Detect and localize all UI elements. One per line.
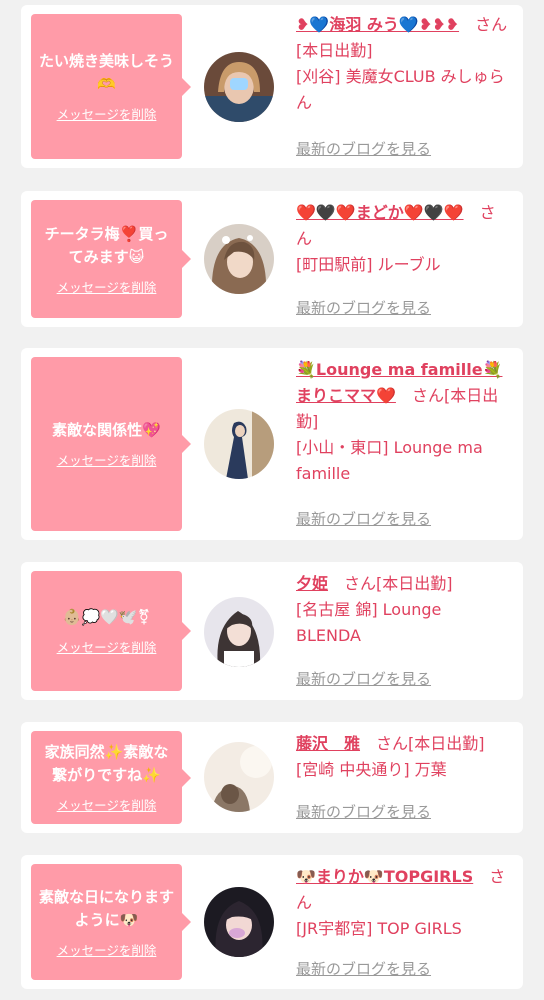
shop-name: [町田駅前] ルーブル bbox=[296, 255, 441, 274]
avatar-photo bbox=[204, 224, 274, 294]
delete-message-link[interactable]: メッセージを削除 bbox=[57, 277, 157, 296]
avatar-photo bbox=[204, 887, 274, 957]
shop-name: [小山・東口] Lounge ma famille bbox=[296, 438, 483, 483]
work-status: [本日出勤] bbox=[376, 574, 453, 593]
honorific: さん bbox=[411, 386, 444, 405]
avatar-photo bbox=[204, 409, 274, 479]
delete-message-link[interactable]: メッセージを削除 bbox=[57, 637, 157, 656]
cast-info: 💐Lounge ma famille💐まりこママ❤️ さん[本日出勤] [小山・… bbox=[296, 357, 511, 487]
list-item: チータラ梅❣️買ってみます😺 メッセージを削除 ❤️🖤❤️まどか❤️🖤❤️ さん… bbox=[21, 191, 523, 327]
honorific: さん bbox=[376, 734, 409, 753]
list-item: 素敵な日になりますように🐶 メッセージを削除 🐶まりか🐶TOPGIRLS さん … bbox=[21, 855, 523, 989]
list-item: 素敵な関係性💖 メッセージを削除 💐Lounge ma famille💐まりこマ… bbox=[21, 348, 523, 540]
avatar-photo bbox=[204, 742, 274, 812]
work-status: [本日出勤] bbox=[408, 734, 485, 753]
honorific: さん bbox=[344, 574, 377, 593]
cast-info: ❤️🖤❤️まどか❤️🖤❤️ さん [町田駅前] ルーブル bbox=[296, 200, 511, 278]
delete-message-link[interactable]: メッセージを削除 bbox=[57, 104, 157, 123]
avatar[interactable] bbox=[204, 742, 274, 812]
avatar[interactable] bbox=[204, 597, 274, 667]
avatar-photo bbox=[204, 597, 274, 667]
avatar[interactable] bbox=[204, 409, 274, 479]
shop-name: [名古屋 錦] Lounge BLENDA bbox=[296, 600, 442, 645]
delete-message-link[interactable]: メッセージを削除 bbox=[57, 940, 157, 959]
message-text: チータラ梅❣️買ってみます😺 bbox=[44, 224, 169, 266]
avatar-photo bbox=[204, 52, 274, 122]
message-bubble: チータラ梅❣️買ってみます😺 メッセージを削除 bbox=[31, 200, 191, 318]
cast-info: 藤沢 雅 さん[本日出勤] [宮崎 中央通り] 万葉 bbox=[296, 731, 511, 783]
cast-name-link[interactable]: 夕姫 bbox=[296, 574, 328, 593]
message-text: 👶🏼💭🤍🕊️⚧ bbox=[62, 608, 151, 626]
honorific: さん bbox=[475, 15, 508, 34]
message-text: たい焼き美味しそう🫶 bbox=[39, 52, 175, 93]
delete-message-link[interactable]: メッセージを削除 bbox=[57, 795, 157, 814]
cast-name-link[interactable]: 🐶まりか🐶TOPGIRLS bbox=[296, 867, 473, 886]
latest-blog-link[interactable]: 最新のブログを見る bbox=[296, 508, 431, 529]
message-bubble: 素敵な関係性💖 メッセージを削除 bbox=[31, 357, 191, 531]
message-list: たい焼き美味しそう🫶 メッセージを削除 ❥💙海羽 みう💙❥❥❥ さん[本日出勤]… bbox=[0, 0, 544, 1000]
message-bubble: たい焼き美味しそう🫶 メッセージを削除 bbox=[31, 14, 191, 159]
latest-blog-link[interactable]: 最新のブログを見る bbox=[296, 297, 431, 318]
shop-name: [刈谷] 美魔女CLUB みしゅらん bbox=[296, 67, 505, 112]
avatar[interactable] bbox=[204, 52, 274, 122]
cast-info: 夕姫 さん[本日出勤] [名古屋 錦] Lounge BLENDA bbox=[296, 571, 511, 649]
list-item: 家族同然✨素敵な繋がりですね✨ メッセージを削除 藤沢 雅 さん[本日出勤] [… bbox=[21, 722, 523, 833]
cast-name-link[interactable]: ❥💙海羽 みう💙❥❥❥ bbox=[296, 15, 459, 34]
cast-name-link[interactable]: 藤沢 雅 bbox=[296, 734, 360, 753]
cast-info: 🐶まりか🐶TOPGIRLS さん [JR宇都宮] TOP GIRLS bbox=[296, 864, 511, 942]
message-text: 家族同然✨素敵な繋がりですね✨ bbox=[44, 743, 169, 784]
shop-name: [JR宇都宮] TOP GIRLS bbox=[296, 919, 462, 938]
avatar[interactable] bbox=[204, 887, 274, 957]
cast-info: ❥💙海羽 みう💙❥❥❥ さん [本日出勤] [刈谷] 美魔女CLUB みしゅらん bbox=[296, 12, 511, 116]
message-bubble: 家族同然✨素敵な繋がりですね✨ メッセージを削除 bbox=[31, 731, 191, 824]
list-item: たい焼き美味しそう🫶 メッセージを削除 ❥💙海羽 みう💙❥❥❥ さん [本日出勤]… bbox=[21, 5, 523, 168]
avatar[interactable] bbox=[204, 224, 274, 294]
cast-name-link[interactable]: ❤️🖤❤️まどか❤️🖤❤️ bbox=[296, 203, 464, 222]
shop-name: [宮崎 中央通り] 万葉 bbox=[296, 760, 447, 779]
delete-message-link[interactable]: メッセージを削除 bbox=[57, 450, 157, 469]
list-item: 👶🏼💭🤍🕊️⚧ メッセージを削除 夕姫 さん[本日出勤] [名古屋 錦] Lou… bbox=[21, 562, 523, 700]
latest-blog-link[interactable]: 最新のブログを見る bbox=[296, 668, 431, 689]
message-bubble: 👶🏼💭🤍🕊️⚧ メッセージを削除 bbox=[31, 571, 191, 691]
message-text: 素敵な関係性💖 bbox=[52, 421, 161, 439]
message-text: 素敵な日になりますように🐶 bbox=[39, 887, 175, 929]
latest-blog-link[interactable]: 最新のブログを見る bbox=[296, 958, 431, 979]
work-status: [本日出勤] bbox=[296, 41, 373, 60]
latest-blog-link[interactable]: 最新のブログを見る bbox=[296, 138, 431, 159]
latest-blog-link[interactable]: 最新のブログを見る bbox=[296, 801, 431, 822]
message-bubble: 素敵な日になりますように🐶 メッセージを削除 bbox=[31, 864, 191, 980]
